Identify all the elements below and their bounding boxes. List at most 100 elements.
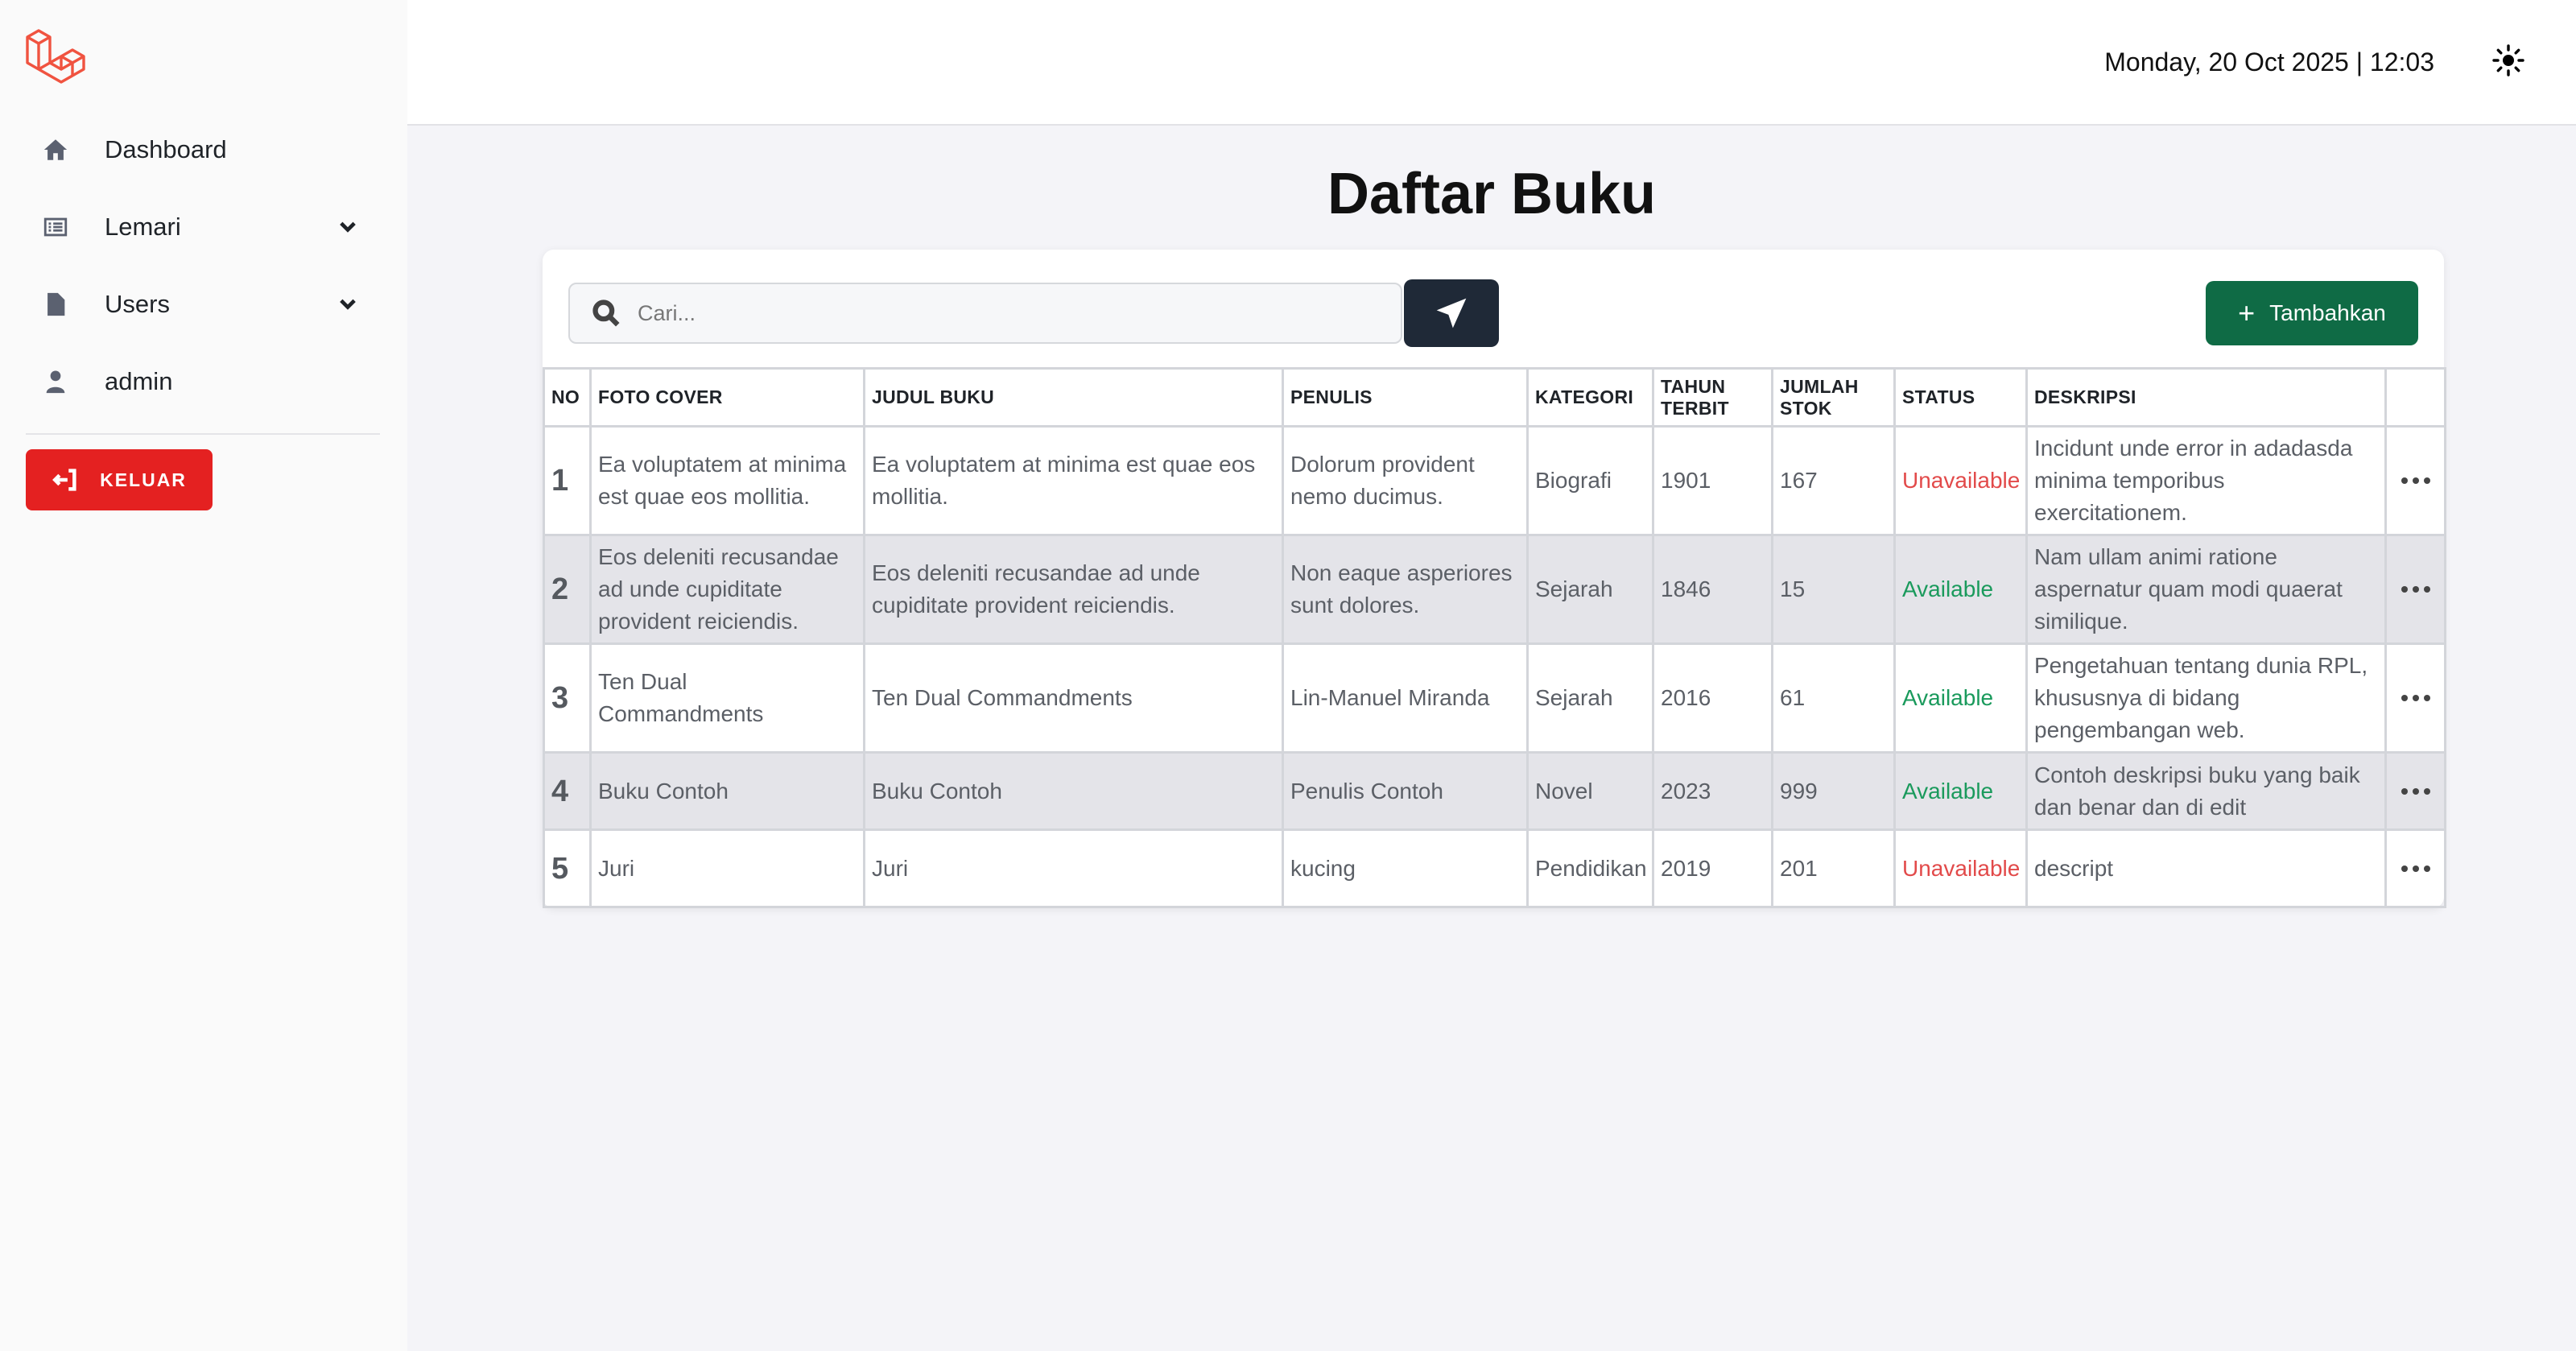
row-cover: Ten Dual Commandments	[589, 642, 865, 754]
row-kategori: Pendidikan	[1526, 828, 1654, 908]
more-horizontal-icon	[2393, 695, 2438, 701]
sidebar-item-users[interactable]: Users	[26, 266, 382, 343]
col-header-penulis: PENULIS	[1282, 367, 1529, 428]
books-card: + Tambahkan NO FOTO COVER JUDUL BUKU PEN…	[543, 250, 2446, 908]
row-judul: Eos deleniti recusandae ad unde cupidita…	[863, 534, 1284, 645]
more-horizontal-icon	[2393, 477, 2438, 484]
table-toolbar: + Tambahkan	[543, 279, 2444, 348]
home-icon	[40, 134, 71, 165]
sun-icon[interactable]	[2491, 43, 2526, 82]
row-judul: Buku Contoh	[863, 751, 1284, 831]
row-deskripsi: Contoh deskripsi buku yang baik dan bena…	[2025, 751, 2387, 831]
col-header-jumlah-stok: JUMLAH STOK	[1771, 367, 1896, 428]
paper-plane-icon	[1436, 298, 1467, 328]
row-deskripsi: Pengetahuan tentang dunia RPL, khususnya…	[2025, 642, 2387, 754]
table-row: 4 Buku Contoh Buku Contoh Penulis Contoh…	[543, 751, 2446, 831]
more-horizontal-icon	[2393, 865, 2438, 872]
row-tahun: 2023	[1652, 751, 1773, 831]
row-stok: 61	[1771, 642, 1896, 754]
row-kategori: Biografi	[1526, 425, 1654, 536]
chevron-down-icon[interactable]	[332, 211, 364, 243]
row-stok: 167	[1771, 425, 1896, 536]
laravel-logo-icon[interactable]	[24, 26, 92, 93]
add-book-button[interactable]: + Tambahkan	[2206, 281, 2418, 345]
sidebar-item-label: Dashboard	[105, 135, 227, 163]
row-number: 5	[543, 828, 592, 908]
row-actions-menu[interactable]	[2384, 425, 2446, 536]
row-number: 1	[543, 425, 592, 536]
table-row: 2 Eos deleniti recusandae ad unde cupidi…	[543, 534, 2446, 645]
col-header-status: STATUS	[1893, 367, 2028, 428]
row-cover: Juri	[589, 828, 865, 908]
row-stok: 999	[1771, 751, 1896, 831]
row-judul: Ea voluptatem at minima est quae eos mol…	[863, 425, 1284, 536]
row-tahun: 2016	[1652, 642, 1773, 754]
books-table: NO FOTO COVER JUDUL BUKU PENULIS KATEGOR…	[543, 367, 2446, 908]
plus-icon: +	[2238, 296, 2256, 329]
sidebar-nav: Dashboard Lemari Users admin	[26, 111, 382, 420]
row-kategori: Sejarah	[1526, 642, 1654, 754]
row-cover: Eos deleniti recusandae ad unde cupidita…	[589, 534, 865, 645]
list-icon	[40, 212, 71, 242]
topbar: Monday, 20 Oct 2025 | 12:03	[407, 0, 2576, 126]
sidebar-item-admin[interactable]: admin	[26, 343, 382, 420]
row-status: Available	[1893, 751, 2028, 831]
col-header-actions	[2384, 367, 2446, 428]
row-stok: 201	[1771, 828, 1896, 908]
row-actions-menu[interactable]	[2384, 642, 2446, 754]
row-number: 3	[543, 642, 592, 754]
row-penulis: Non eaque asperiores sunt dolores.	[1282, 534, 1529, 645]
table-row: 1 Ea voluptatem at minima est quae eos m…	[543, 425, 2446, 536]
row-kategori: Novel	[1526, 751, 1654, 831]
row-penulis: Dolorum provident nemo ducimus.	[1282, 425, 1529, 536]
row-deskripsi: Incidunt unde error in adadasda minima t…	[2025, 425, 2387, 536]
row-judul: Juri	[863, 828, 1284, 908]
col-header-deskripsi: DESKRIPSI	[2025, 367, 2387, 428]
logout-button[interactable]: KELUAR	[26, 449, 213, 510]
search-submit-button[interactable]	[1404, 279, 1499, 347]
col-header-kategori: KATEGORI	[1526, 367, 1654, 428]
table-header-row: NO FOTO COVER JUDUL BUKU PENULIS KATEGOR…	[543, 367, 2446, 428]
page-title: Daftar Buku	[1327, 162, 1657, 226]
row-actions-menu[interactable]	[2384, 828, 2446, 908]
row-deskripsi: descript	[2025, 828, 2387, 908]
chevron-down-icon[interactable]	[332, 288, 364, 320]
logout-icon	[52, 469, 76, 491]
sidebar-divider	[26, 433, 380, 435]
row-penulis: Penulis Contoh	[1282, 751, 1529, 831]
more-horizontal-icon	[2393, 586, 2438, 593]
logout-label: KELUAR	[100, 469, 187, 490]
search-input[interactable]	[638, 300, 1362, 326]
more-horizontal-icon	[2393, 787, 2438, 795]
col-header-judul-buku: JUDUL BUKU	[863, 367, 1284, 428]
row-penulis: kucing	[1282, 828, 1529, 908]
table-row: 5 Juri Juri kucing Pendidikan 2019 201 U…	[543, 828, 2446, 908]
datetime-text: Monday, 20 Oct 2025 | 12:03	[2104, 47, 2434, 76]
row-actions-menu[interactable]	[2384, 534, 2446, 645]
row-stok: 15	[1771, 534, 1896, 645]
add-book-label: Tambahkan	[2269, 300, 2386, 325]
col-header-tahun-terbit: TAHUN TERBIT	[1652, 367, 1773, 428]
user-icon	[40, 366, 71, 397]
search-box[interactable]	[568, 283, 1402, 344]
sidebar-item-label: admin	[105, 367, 173, 395]
row-cover: Buku Contoh	[589, 751, 865, 831]
row-judul: Ten Dual Commandments	[863, 642, 1284, 754]
row-tahun: 2019	[1652, 828, 1773, 908]
sidebar-item-dashboard[interactable]: Dashboard	[26, 111, 382, 188]
row-tahun: 1901	[1652, 425, 1773, 536]
row-status: Unavailable	[1893, 425, 2028, 536]
document-icon	[40, 289, 71, 320]
sidebar-item-label: Users	[105, 290, 170, 318]
row-status: Available	[1893, 642, 2028, 754]
row-status: Available	[1893, 534, 2028, 645]
row-actions-menu[interactable]	[2384, 751, 2446, 831]
col-header-no: NO	[543, 367, 592, 428]
row-penulis: Lin-Manuel Miranda	[1282, 642, 1529, 754]
sidebar-item-label: Lemari	[105, 213, 181, 241]
col-header-foto-cover: FOTO COVER	[589, 367, 865, 428]
row-deskripsi: Nam ullam animi ratione aspernatur quam …	[2025, 534, 2387, 645]
row-tahun: 1846	[1652, 534, 1773, 645]
search-icon	[592, 300, 620, 327]
sidebar-item-lemari[interactable]: Lemari	[26, 188, 382, 266]
